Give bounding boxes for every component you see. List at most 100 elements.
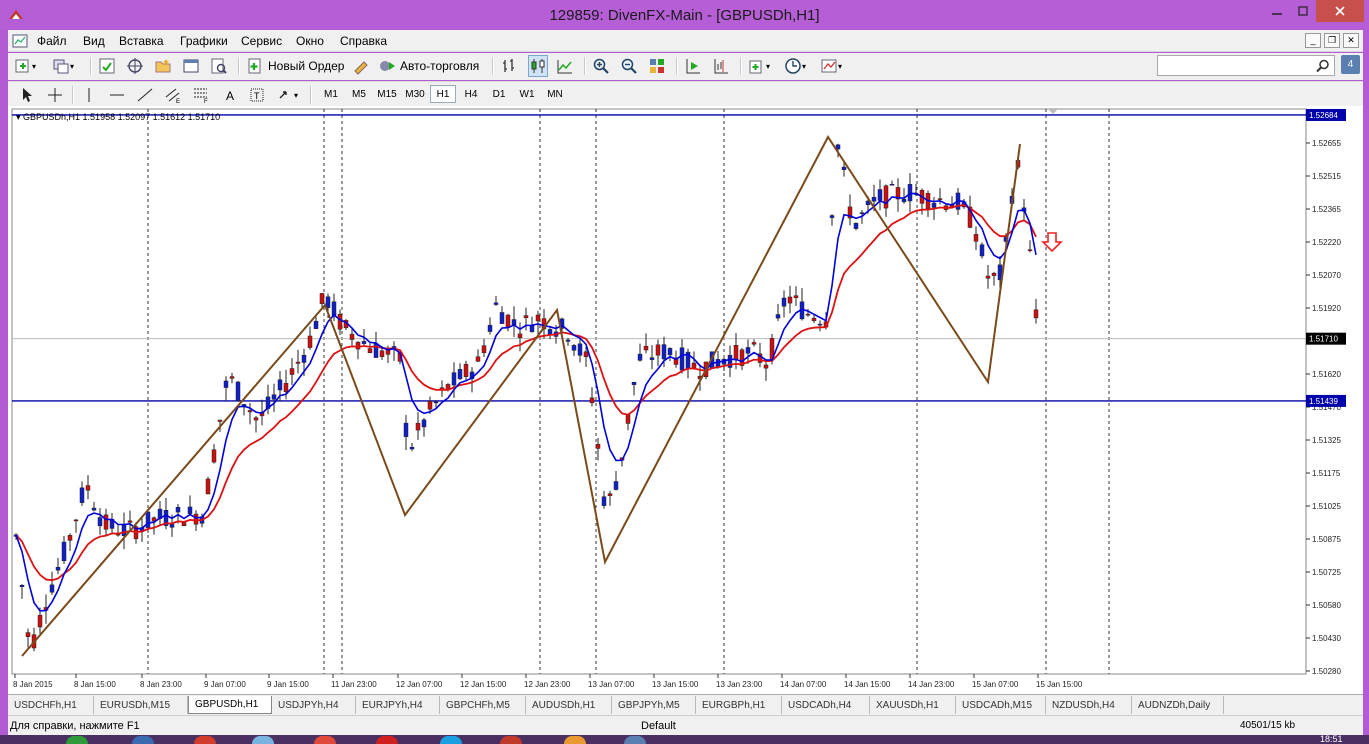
tab-usdcadh-m15[interactable]: USDCADh,M15 xyxy=(956,696,1046,714)
close-button[interactable] xyxy=(1316,0,1364,22)
timeframe-h1[interactable]: H1 xyxy=(430,85,456,103)
crosshair-tool[interactable] xyxy=(46,84,64,106)
taskbar-app-icon[interactable] xyxy=(314,736,336,744)
candle-body xyxy=(547,329,553,335)
search-icon[interactable] xyxy=(1316,59,1330,73)
candle-body xyxy=(877,189,883,201)
text-tool[interactable]: A xyxy=(222,84,240,106)
price-chart[interactable]: 1.52655 1.52515 1.52365 1.52220 1.52070 1.519… xyxy=(8,106,1363,694)
tab-eurusdh-m15[interactable]: EURUSDh,M15 xyxy=(94,696,188,714)
timeframe-m5[interactable]: M5 xyxy=(346,85,372,103)
candle-body xyxy=(433,401,439,404)
timeframe-h4[interactable]: H4 xyxy=(458,85,484,103)
tab-eurjpyh-h4[interactable]: EURJPYh,H4 xyxy=(356,696,440,714)
timeframe-m1[interactable]: M1 xyxy=(318,85,344,103)
notifications-badge[interactable]: 4 xyxy=(1341,55,1360,74)
candle-body xyxy=(67,535,73,541)
timeframe-m15[interactable]: M15 xyxy=(374,85,400,103)
mdi-restore-button[interactable]: ❐ xyxy=(1324,33,1340,48)
indicators-button[interactable]: ▾ xyxy=(748,55,770,77)
tab-eurgbph-h1[interactable]: EURGBPh,H1 xyxy=(696,696,782,714)
taskbar-app-icon[interactable] xyxy=(132,736,154,744)
chart-window-icon[interactable] xyxy=(12,33,28,49)
cursor-tool[interactable] xyxy=(18,84,36,106)
taskbar-app-icon[interactable] xyxy=(564,736,586,744)
chart-canvas[interactable]: 1.52655 1.52515 1.52365 1.52220 1.52070 1.519… xyxy=(8,106,1363,694)
new-order-button[interactable]: Новый Ордер xyxy=(246,55,344,77)
market-watch-button[interactable] xyxy=(98,55,116,77)
chart-shift-button[interactable] xyxy=(712,55,730,77)
auto-trading-button[interactable]: Авто-торговля xyxy=(378,55,479,77)
menu-help[interactable]: Справка xyxy=(340,34,387,48)
candle-body xyxy=(841,166,847,170)
navigator-button[interactable] xyxy=(154,55,172,77)
taskbar-app-icon[interactable] xyxy=(252,736,274,744)
mdi-close-button[interactable]: ✕ xyxy=(1343,33,1359,48)
fibonacci-tool[interactable]: F xyxy=(192,84,210,106)
zoom-out-button[interactable] xyxy=(620,55,638,77)
strategy-tester-button[interactable] xyxy=(210,55,228,77)
periodicity-button[interactable]: ▾ xyxy=(784,55,806,77)
tab-audusdh-h1[interactable]: AUDUSDh,H1 xyxy=(526,696,612,714)
timeframe-m30[interactable]: M30 xyxy=(402,85,428,103)
tab-usdchfh-h1[interactable]: USDCHFh,H1 xyxy=(8,696,94,714)
candle-body xyxy=(487,324,493,332)
horizontal-line-tool[interactable] xyxy=(108,84,126,106)
auto-scroll-button[interactable] xyxy=(684,55,702,77)
zoom-in-button[interactable] xyxy=(592,55,610,77)
minimize-button[interactable] xyxy=(1264,0,1290,22)
taskbar-app-icon[interactable] xyxy=(376,736,398,744)
taskbar-app-icon[interactable] xyxy=(624,736,646,744)
vertical-line-tool[interactable] xyxy=(80,84,98,106)
equidistant-channel-tool[interactable]: E xyxy=(164,84,182,106)
trendline-tool[interactable] xyxy=(136,84,154,106)
maximize-button[interactable] xyxy=(1290,0,1316,22)
terminal-button[interactable] xyxy=(182,55,200,77)
menu-tools[interactable]: Сервис xyxy=(241,34,282,48)
taskbar-terminal-icon[interactable] xyxy=(500,736,522,744)
tab-gbpusdh-h1[interactable]: GBPUSDh,H1 xyxy=(188,696,272,714)
timeframe-d1[interactable]: D1 xyxy=(486,85,512,103)
text-label-tool[interactable]: T xyxy=(248,84,266,106)
line-chart-button[interactable] xyxy=(556,55,574,77)
terminal-icon xyxy=(183,59,199,73)
taskbar-app-icon[interactable] xyxy=(66,736,88,744)
menu-insert[interactable]: Вставка xyxy=(119,34,164,48)
tab-audnzdh-daily[interactable]: AUDNZDh,Daily xyxy=(1132,696,1224,714)
clock-icon xyxy=(785,58,801,74)
taskbar-app-icon[interactable] xyxy=(440,736,462,744)
tab-gbpchfh-m5[interactable]: GBPCHFh,M5 xyxy=(440,696,526,714)
timeframe-mn[interactable]: MN xyxy=(542,85,568,103)
crosshair-tool-icon xyxy=(48,88,62,102)
tab-xauusdh-h1[interactable]: XAUUSDh,H1 xyxy=(870,696,956,714)
mdi-minimize-button[interactable]: _ xyxy=(1305,33,1321,48)
candle-body xyxy=(889,183,895,186)
menu-view[interactable]: Вид xyxy=(83,34,105,48)
candle-body xyxy=(607,493,613,496)
data-window-button[interactable] xyxy=(126,55,144,77)
menu-charts[interactable]: Графики xyxy=(180,34,228,48)
search-input[interactable] xyxy=(1157,55,1335,76)
menu-file[interactable]: Файл xyxy=(37,34,67,48)
tab-usdjpyh-h4[interactable]: USDJPYh,H4 xyxy=(272,696,356,714)
templates-button[interactable]: ▾ xyxy=(820,55,842,77)
tab-usdcadh-h4[interactable]: USDCADh,H4 xyxy=(782,696,870,714)
tab-gbpjpyh-m5[interactable]: GBPJPYh,M5 xyxy=(612,696,696,714)
candle-body xyxy=(313,320,319,329)
taskbar-browser-icon[interactable] xyxy=(194,736,216,744)
profiles-button[interactable]: ▾ xyxy=(52,55,74,77)
new-chart-button[interactable]: ▾ xyxy=(14,55,36,77)
timeframe-w1[interactable]: W1 xyxy=(514,85,540,103)
candle-body xyxy=(127,520,133,523)
candlestick-button[interactable] xyxy=(528,55,548,77)
bar-chart-button[interactable] xyxy=(500,55,518,77)
candle-body xyxy=(367,348,373,354)
menu-bar: Файл Вид Вставка Графики Сервис Окно Спр… xyxy=(8,30,1363,52)
metaeditor-button[interactable] xyxy=(352,55,370,77)
drawing-toolbar: E F A T ▾ M1 M5 M15 M30 H1 H4 D1 W1 MN xyxy=(8,81,1363,106)
arrows-tool[interactable]: ▾ xyxy=(276,84,298,106)
tab-nzdusdh-h4[interactable]: NZDUSDh,H4 xyxy=(1046,696,1132,714)
time-label: 14 Jan 23:00 xyxy=(908,680,955,689)
tile-windows-button[interactable] xyxy=(648,55,666,77)
menu-window[interactable]: Окно xyxy=(296,34,324,48)
